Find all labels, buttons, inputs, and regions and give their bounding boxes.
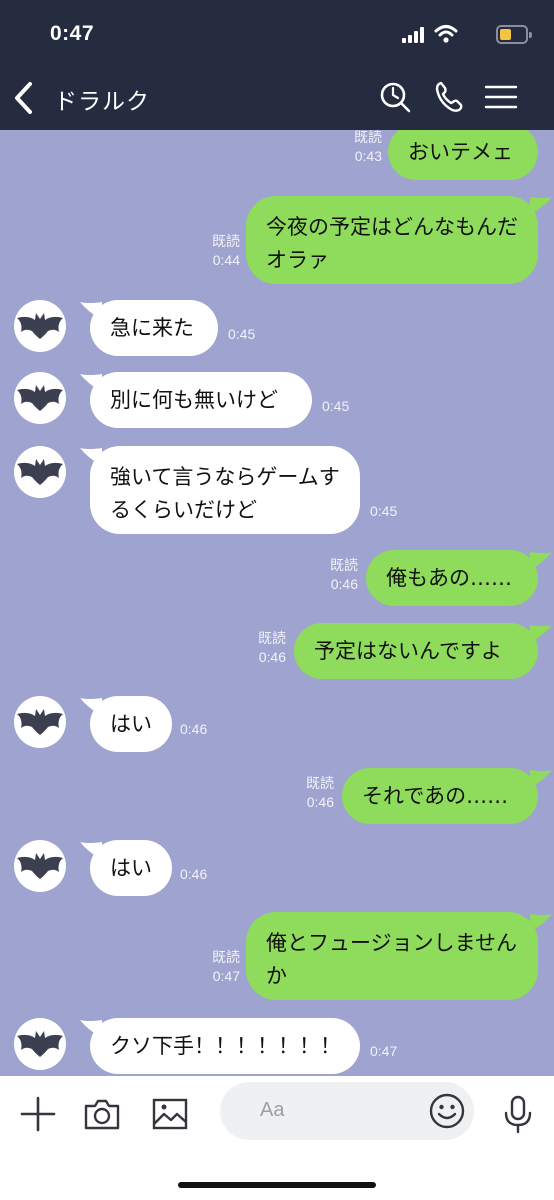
timestamp: 0:47 [370, 1043, 398, 1059]
avatar[interactable] [14, 300, 66, 352]
timestamp: 0:46 [330, 576, 358, 592]
timestamp: 0:46 [306, 794, 334, 810]
message-bubble[interactable]: 急に来た [90, 300, 218, 356]
smiley-icon[interactable] [428, 1092, 466, 1130]
message-bubble[interactable]: おいテメェ [388, 130, 538, 180]
microphone-icon[interactable] [498, 1094, 538, 1134]
message-bubble[interactable]: 俺とフュージョンしませんか [246, 912, 538, 1000]
read-receipt: 既読 0:46 [292, 774, 334, 812]
message-bubble[interactable]: 今夜の予定はどんなもんだオラァ [246, 196, 538, 284]
back-chevron-icon[interactable] [10, 80, 40, 116]
status-time: 0:47 [50, 22, 95, 45]
chat-area[interactable]: 既読 0:43 おいテメェ 既読 0:44 今夜の予定はどんなもんだオラァ 急に来た… [0, 130, 554, 1076]
plus-icon[interactable] [18, 1094, 58, 1134]
message-bubble[interactable]: はい [90, 840, 172, 896]
bat-icon [17, 1031, 63, 1057]
message-bubble[interactable]: 俺もあの…… [366, 550, 538, 606]
chat-header: 0:47 ドラルク [0, 0, 554, 130]
timestamp: 0:45 [228, 326, 256, 342]
bat-icon [17, 709, 63, 735]
avatar[interactable] [14, 840, 66, 892]
read-receipt: 既読 0:43 [340, 130, 382, 166]
bat-icon [17, 313, 63, 339]
menu-icon[interactable] [484, 80, 518, 114]
wifi-icon [434, 25, 458, 43]
timestamp: 0:46 [180, 721, 208, 737]
avatar[interactable] [14, 446, 66, 498]
status-icons [398, 24, 532, 46]
message-bubble[interactable]: 強いて言うならゲームするくらいだけど [90, 446, 360, 534]
timestamp: 0:45 [322, 398, 350, 414]
timestamp: 0:44 [212, 252, 240, 268]
signal-icon [402, 27, 428, 43]
read-receipt: 既読 0:46 [244, 629, 286, 667]
search-icon[interactable] [378, 80, 412, 114]
home-indicator[interactable] [178, 1182, 376, 1188]
timestamp: 0:47 [212, 968, 240, 984]
message-bubble[interactable]: 別に何も無いけど [90, 372, 312, 428]
battery-icon [496, 25, 532, 44]
message-input[interactable]: Aa [220, 1082, 474, 1140]
message-bubble[interactable]: 予定はないんですよ [294, 623, 538, 679]
timestamp: 0:46 [180, 866, 208, 882]
camera-icon[interactable] [82, 1094, 122, 1134]
bat-icon [17, 459, 63, 485]
timestamp: 0:45 [370, 503, 398, 519]
chat-title: ドラルク [54, 89, 150, 115]
timestamp: 0:43 [354, 148, 382, 164]
avatar[interactable] [14, 696, 66, 748]
image-icon[interactable] [150, 1094, 190, 1134]
message-bubble[interactable]: それであの…… [342, 768, 538, 824]
input-placeholder: Aa [260, 1099, 285, 1121]
avatar[interactable] [14, 372, 66, 424]
avatar[interactable] [14, 1018, 66, 1070]
message-bubble[interactable]: はい [90, 696, 172, 752]
read-receipt: 既読 0:44 [198, 232, 240, 270]
timestamp: 0:46 [258, 649, 286, 665]
phone-icon[interactable] [432, 80, 466, 114]
read-receipt: 既読 0:47 [198, 948, 240, 986]
bat-icon [17, 853, 63, 879]
bat-icon [17, 385, 63, 411]
read-receipt: 既読 0:46 [316, 556, 358, 594]
message-bubble[interactable]: クソ下手！！！！！！！ [90, 1018, 360, 1074]
